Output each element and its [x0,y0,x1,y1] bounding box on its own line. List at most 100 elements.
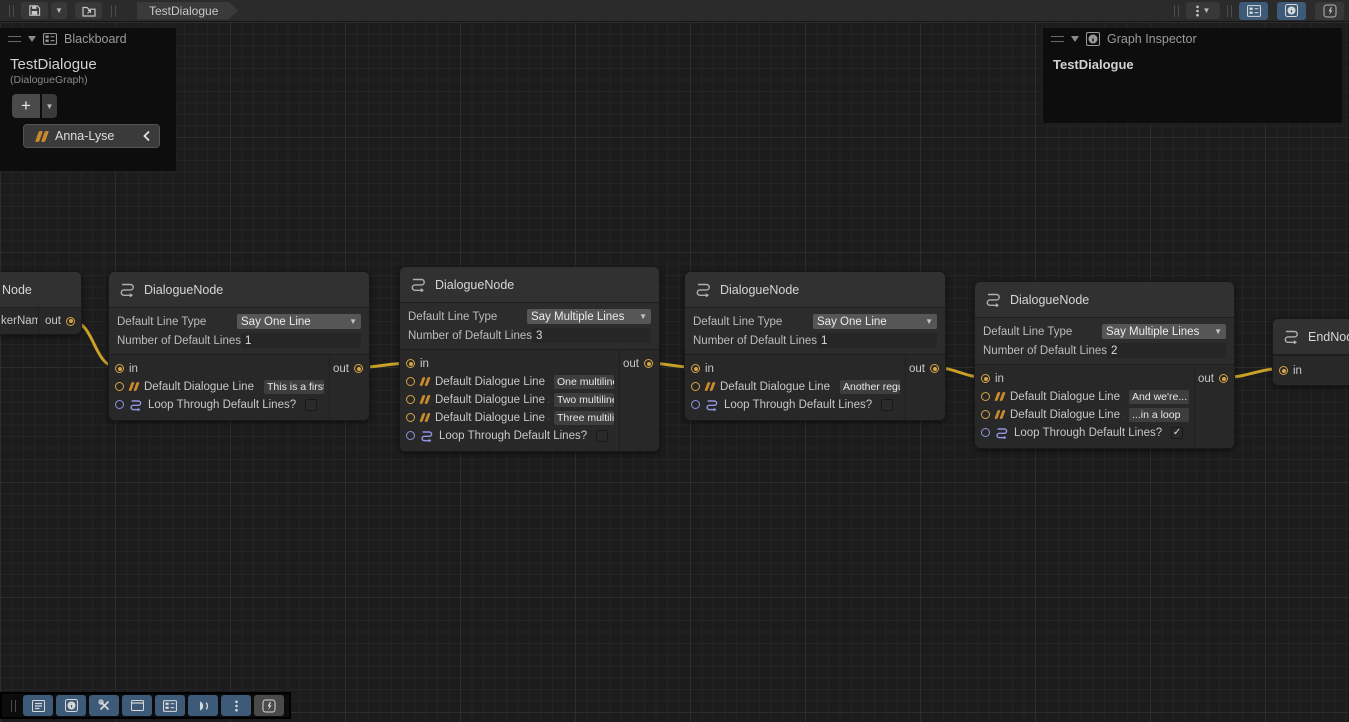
loop-checkbox[interactable] [881,399,893,411]
loop-label: Loop Through Default Lines? [1014,427,1162,439]
toggle-inspector-button[interactable] [1277,2,1306,20]
bolt-button[interactable] [254,695,284,716]
string-port[interactable] [981,410,990,419]
drag-handle-icon[interactable] [8,36,21,42]
save-button[interactable] [21,2,48,19]
window-button[interactable] [122,695,152,716]
node-title-label: DialogueNode [720,283,799,297]
tools-button[interactable] [89,695,119,716]
string-port[interactable] [981,392,990,401]
kebab-menu-icon [235,700,238,712]
end-node[interactable]: EndNode in [1272,318,1349,386]
save-icon [28,4,41,17]
quote-icon [420,395,430,404]
graph-inspector-panel[interactable]: Graph Inspector TestDialogue [1042,27,1343,124]
in-port[interactable] [691,364,700,373]
add-variable-button[interactable]: + [12,94,40,118]
dialogue-node-1[interactable]: DialogueNode Default Line Type Say One L… [108,271,370,421]
string-port[interactable] [115,382,124,391]
line-type-dropdown[interactable]: Say Multiple Lines▼ [527,309,651,324]
dialogue-preview-button[interactable] [188,695,218,716]
out-port[interactable] [1219,374,1228,383]
collapse-arrow-icon[interactable] [1071,36,1079,42]
drag-handle-icon[interactable] [111,5,116,17]
drag-handle-icon[interactable] [11,700,16,712]
in-port[interactable] [981,374,990,383]
blackboard-button[interactable] [155,695,185,716]
line-type-dropdown[interactable]: Say One Line▼ [813,314,937,329]
line-text-input[interactable]: Three multili [554,411,614,425]
out-port[interactable] [644,359,653,368]
window-icon [131,700,144,711]
loop-icon [995,427,1009,439]
inspected-graph-name: TestDialogue [1043,50,1342,79]
out-port[interactable] [930,364,939,373]
drag-handle-icon[interactable] [9,5,14,17]
string-port[interactable] [406,395,415,404]
node-title: DialogueNode [400,267,659,303]
toggle-blackboard-button[interactable] [1239,2,1268,20]
out-port[interactable] [354,364,363,373]
drag-handle-icon[interactable] [1051,36,1064,42]
num-lines-input[interactable]: 3 [532,328,651,343]
drag-handle-icon[interactable] [1174,5,1179,17]
num-lines-input[interactable]: 1 [817,333,937,348]
field-label: Number of Default Lines [983,345,1107,357]
port-row: kerName out [0,308,81,334]
chevron-down-icon: ▼ [349,317,357,326]
blackboard-header[interactable]: Blackboard [0,28,176,50]
add-variable-dropdown[interactable]: ▼ [42,94,57,118]
options-menu-button[interactable]: ▼ [1186,2,1220,19]
more-options-button[interactable] [221,695,251,716]
dialogue-node-4[interactable]: DialogueNode Default Line Type Say Multi… [974,281,1235,449]
blackboard-icon [1247,5,1261,17]
blackboard-panel[interactable]: Blackboard TestDialogue (DialogueGraph) … [0,27,177,172]
bool-port[interactable] [981,428,990,437]
open-asset-button[interactable] [75,2,102,19]
bool-port[interactable] [406,431,415,440]
dialogue-node-2[interactable]: DialogueNode Default Line Type Say Multi… [399,266,660,452]
line-type-dropdown[interactable]: Say One Line▼ [237,314,361,329]
bool-port[interactable] [115,400,124,409]
loop-label: Loop Through Default Lines? [148,399,296,411]
out-port[interactable] [66,317,75,326]
inspector-header[interactable]: Graph Inspector [1043,28,1342,50]
blackboard-icon [163,700,177,712]
chevron-left-icon[interactable] [142,130,151,142]
line-text-input[interactable]: And we're... [1129,390,1189,404]
collapse-arrow-icon[interactable] [28,36,36,42]
bool-port[interactable] [691,400,700,409]
dialogue-node-3[interactable]: DialogueNode Default Line Type Say One L… [684,271,946,421]
in-port[interactable] [406,359,415,368]
string-port[interactable] [406,413,415,422]
line-text-input[interactable]: Two multiline [554,393,614,407]
folder-open-icon [82,5,96,17]
loop-icon [129,399,143,411]
num-lines-input[interactable]: 1 [241,333,361,348]
line-text-input[interactable]: ...in a loop [1129,408,1189,422]
info-button[interactable] [56,695,86,716]
loop-checkbox[interactable] [596,430,608,442]
quote-icon [995,410,1005,419]
string-port[interactable] [691,382,700,391]
quote-icon [995,392,1005,401]
blackboard-field[interactable]: Anna-Lyse [23,124,160,148]
node-partial[interactable]: Node kerName out [0,271,82,335]
line-text-input[interactable]: This is a first [264,380,324,394]
toggle-preview-button[interactable] [1315,2,1344,20]
in-port-label: in [995,373,1004,385]
in-port[interactable] [115,364,124,373]
string-port[interactable] [406,377,415,386]
save-dropdown-button[interactable]: ▼ [51,2,67,19]
line-type-dropdown[interactable]: Say Multiple Lines▼ [1102,324,1226,339]
loop-checkbox[interactable]: ✓ [1171,427,1183,439]
drag-handle-icon[interactable] [1227,5,1232,17]
loop-checkbox[interactable] [305,399,317,411]
line-label: Default Dialogue Line 1 [435,376,549,388]
in-port[interactable] [1279,366,1288,375]
console-button[interactable] [23,695,53,716]
line-text-input[interactable]: One multiline [554,375,614,389]
line-text-input[interactable]: Another regu [840,380,900,394]
graph-tab[interactable]: TestDialogue [137,2,238,20]
num-lines-input[interactable]: 2 [1107,343,1226,358]
